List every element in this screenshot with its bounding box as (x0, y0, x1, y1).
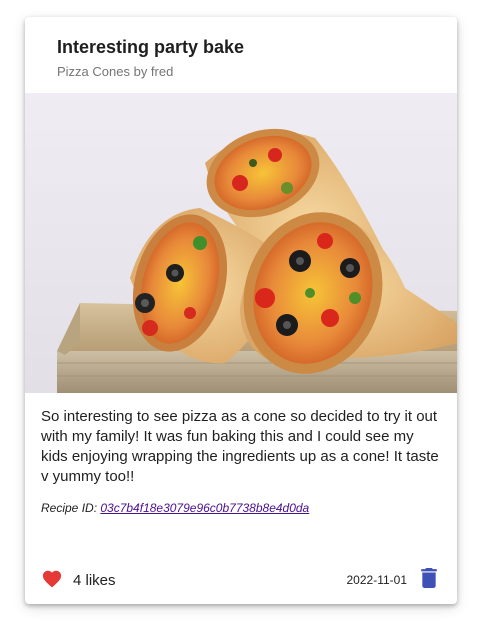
recipe-id-label: Recipe ID: (41, 501, 101, 515)
likes-count: 4 likes (73, 571, 116, 589)
recipe-image (25, 93, 457, 393)
like-button[interactable]: 4 likes (41, 568, 116, 593)
card-title: Interesting party bake (57, 37, 245, 57)
card-subtitle: Pizza Cones by fred (57, 64, 174, 79)
recipe-id-line: Recipe ID: 03c7b4f18e3079e96c0b7738b8e4d… (41, 501, 441, 515)
recipe-description: So interesting to see pizza as a cone so… (41, 408, 439, 485)
recipe-card: Interesting party bake Pizza Cones by fr… (25, 17, 457, 604)
trash-icon (421, 567, 437, 593)
delete-button[interactable] (421, 567, 437, 593)
heart-icon (41, 568, 63, 593)
recipe-id-link[interactable]: 03c7b4f18e3079e96c0b7738b8e4d0da (100, 501, 309, 515)
card-content: So interesting to see pizza as a cone so… (41, 407, 441, 515)
post-date: 2022-11-01 (346, 573, 408, 587)
card-header: Interesting party bake Pizza Cones by fr… (57, 35, 441, 81)
card-actions: 4 likes 2022-11-01 (41, 565, 437, 595)
